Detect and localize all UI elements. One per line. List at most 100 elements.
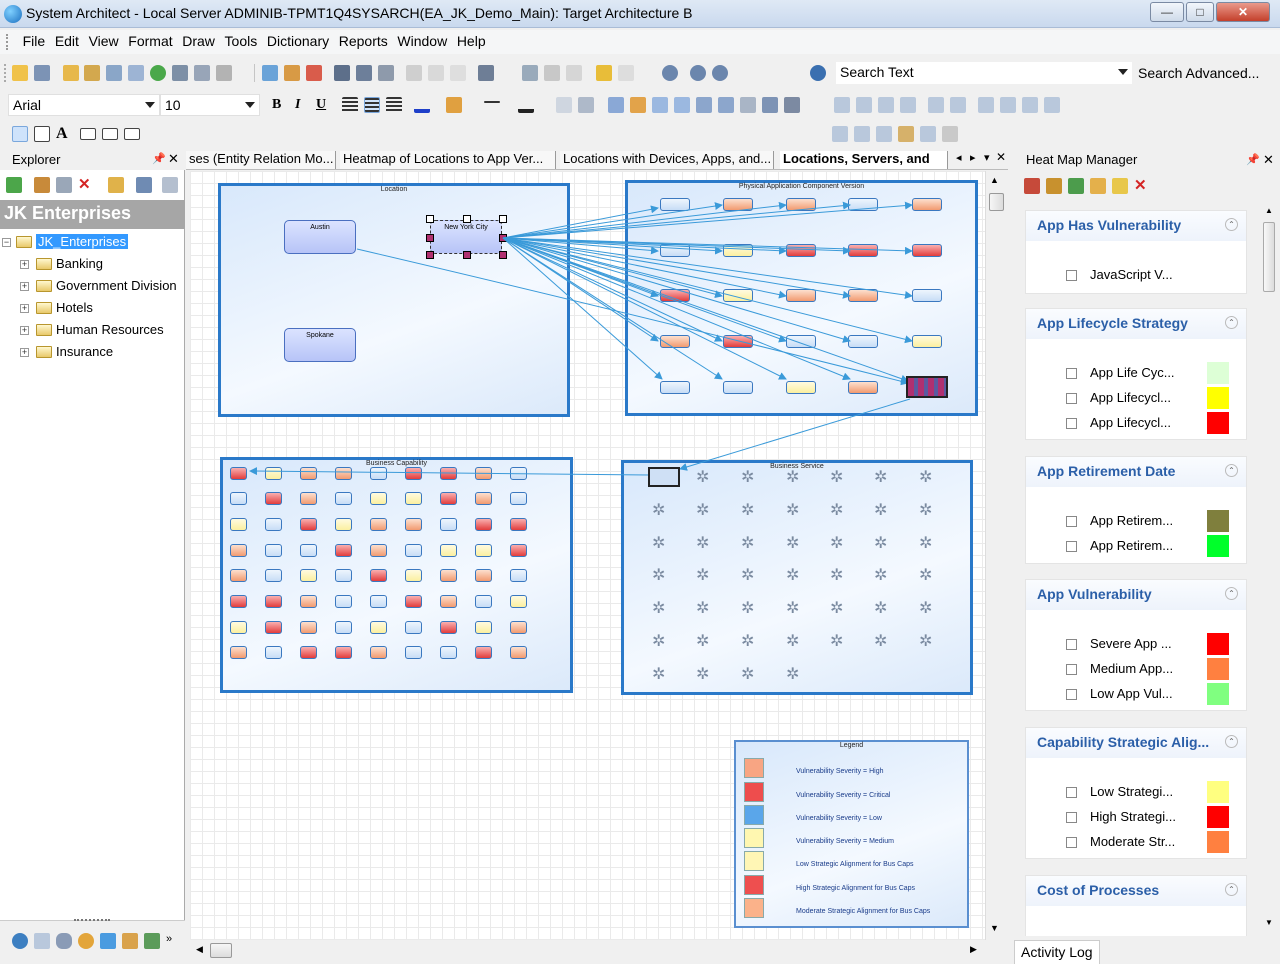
- business-service-node[interactable]: ✲: [919, 503, 932, 519]
- italic-button[interactable]: I: [295, 97, 300, 113]
- business-service-node[interactable]: ✲: [830, 503, 843, 519]
- app-component-node[interactable]: [912, 198, 942, 211]
- collapse-chevron-icon[interactable]: ⌃: [1225, 316, 1238, 329]
- table-icon[interactable]: [128, 65, 144, 81]
- globe-icon[interactable]: [150, 65, 166, 81]
- checkbox[interactable]: [1066, 516, 1077, 527]
- menu-dictionary[interactable]: Dictionary: [264, 30, 332, 52]
- selection-handle[interactable]: [463, 215, 471, 223]
- capability-node[interactable]: [230, 646, 247, 659]
- tree-item-insurance[interactable]: + Insurance: [0, 344, 185, 362]
- tree-root-label[interactable]: JK_Enterprises: [36, 234, 129, 249]
- paste-icon[interactable]: [566, 65, 582, 81]
- business-service-node[interactable]: ✲: [652, 634, 665, 650]
- capability-node[interactable]: [475, 569, 492, 582]
- rectangle-tool-icon[interactable]: [102, 128, 118, 140]
- capability-node[interactable]: [300, 544, 317, 557]
- capability-node[interactable]: [265, 518, 282, 531]
- capability-node[interactable]: [510, 518, 527, 531]
- checkbox[interactable]: [1066, 664, 1077, 675]
- capability-node[interactable]: [475, 467, 492, 480]
- scroll-thumb[interactable]: [989, 193, 1004, 211]
- checkbox[interactable]: [1066, 689, 1077, 700]
- menu-draw[interactable]: Draw: [179, 30, 218, 52]
- business-service-node[interactable]: ✲: [919, 601, 932, 617]
- group-title[interactable]: App Lifecycle Strategy: [1026, 309, 1246, 339]
- tree-item-label[interactable]: Hotels: [56, 300, 93, 315]
- menu-file[interactable]: File: [20, 30, 49, 52]
- location-new-york-city[interactable]: New York City: [430, 220, 502, 254]
- capability-node[interactable]: [405, 492, 422, 505]
- close-button[interactable]: ✕: [1216, 2, 1270, 22]
- capability-node[interactable]: [440, 544, 457, 557]
- app-component-node[interactable]: [912, 244, 942, 257]
- chevron-down-icon[interactable]: [1118, 69, 1128, 75]
- capability-node[interactable]: [370, 621, 387, 634]
- align-top-icon[interactable]: [834, 97, 850, 113]
- location-frame[interactable]: Location: [218, 183, 570, 417]
- app-component-node[interactable]: [786, 244, 816, 257]
- app-component-node[interactable]: [786, 198, 816, 211]
- business-service-node[interactable]: ✲: [652, 601, 665, 617]
- capability-node[interactable]: [475, 518, 492, 531]
- capability-node[interactable]: [230, 518, 247, 531]
- paste-diagram-icon[interactable]: [428, 65, 444, 81]
- group-title[interactable]: App Has Vulnerability: [1026, 211, 1246, 241]
- scroll-up-icon[interactable]: ▲: [1265, 206, 1273, 215]
- tab-entity-relation[interactable]: ses (Entity Relation Mo...: [186, 151, 336, 169]
- delete-diagram-icon[interactable]: [450, 65, 466, 81]
- capability-node[interactable]: [265, 595, 282, 608]
- space-spread-icon[interactable]: [1022, 97, 1038, 113]
- capability-node[interactable]: [230, 544, 247, 557]
- heatmap-edit-icon[interactable]: [1024, 178, 1040, 194]
- edit-shape-icon[interactable]: [630, 97, 646, 113]
- database-view-icon[interactable]: [56, 933, 72, 949]
- copy-diagram-icon[interactable]: [406, 65, 422, 81]
- connect-horizontal-icon[interactable]: [832, 126, 848, 142]
- bring-front-icon[interactable]: [784, 97, 800, 113]
- heatmap-open-icon[interactable]: [1046, 178, 1062, 194]
- edit-icon[interactable]: [34, 177, 50, 193]
- tab-scroll-right-icon[interactable]: ▸: [970, 151, 976, 164]
- connect-link-icon[interactable]: [920, 126, 936, 142]
- capability-node[interactable]: [335, 646, 352, 659]
- align-vcenter-icon[interactable]: [950, 97, 966, 113]
- more-icon[interactable]: »: [166, 933, 172, 945]
- capability-node[interactable]: [510, 492, 527, 505]
- capability-node[interactable]: [300, 569, 317, 582]
- capability-node[interactable]: [440, 518, 457, 531]
- group-title[interactable]: Capability Strategic Alig...: [1026, 728, 1246, 758]
- business-service-node[interactable]: ✲: [874, 601, 887, 617]
- heatmap-color-icon[interactable]: [1112, 178, 1128, 194]
- app-component-node[interactable]: [660, 244, 690, 257]
- selected-service-node[interactable]: [648, 467, 680, 487]
- scroll-thumb[interactable]: [1263, 222, 1275, 292]
- business-service-node[interactable]: ✲: [652, 568, 665, 584]
- business-service-node[interactable]: ✲: [741, 470, 754, 486]
- camera-icon[interactable]: [478, 65, 494, 81]
- capability-node[interactable]: [335, 467, 352, 480]
- collapse-chevron-icon[interactable]: ⌃: [1225, 587, 1238, 600]
- collapse-chevron-icon[interactable]: ⌃: [1225, 218, 1238, 231]
- tree-item-hotels[interactable]: + Hotels: [0, 300, 185, 318]
- select-pointer-icon[interactable]: [12, 126, 28, 142]
- capability-node[interactable]: [440, 467, 457, 480]
- vertical-scrollbar[interactable]: ▲ ▼: [985, 171, 1007, 940]
- capability-node[interactable]: [265, 646, 282, 659]
- app-component-node[interactable]: [660, 335, 690, 348]
- redo-icon[interactable]: [618, 65, 634, 81]
- business-service-node[interactable]: ✲: [919, 470, 932, 486]
- menu-window[interactable]: Window: [394, 30, 450, 52]
- selection-handle[interactable]: [426, 251, 434, 259]
- business-service-node[interactable]: ✲: [696, 601, 709, 617]
- heatmap-scrollbar[interactable]: ▲ ▼: [1262, 204, 1276, 932]
- capability-node[interactable]: [370, 467, 387, 480]
- text-tool-icon[interactable]: A: [56, 126, 72, 142]
- tree-item-banking[interactable]: + Banking: [0, 256, 185, 274]
- business-service-node[interactable]: ✲: [874, 536, 887, 552]
- menu-view[interactable]: View: [86, 30, 122, 52]
- same-height-icon[interactable]: [674, 97, 690, 113]
- app-component-node[interactable]: [723, 335, 753, 348]
- capability-node[interactable]: [405, 467, 422, 480]
- app-component-node[interactable]: [912, 289, 942, 302]
